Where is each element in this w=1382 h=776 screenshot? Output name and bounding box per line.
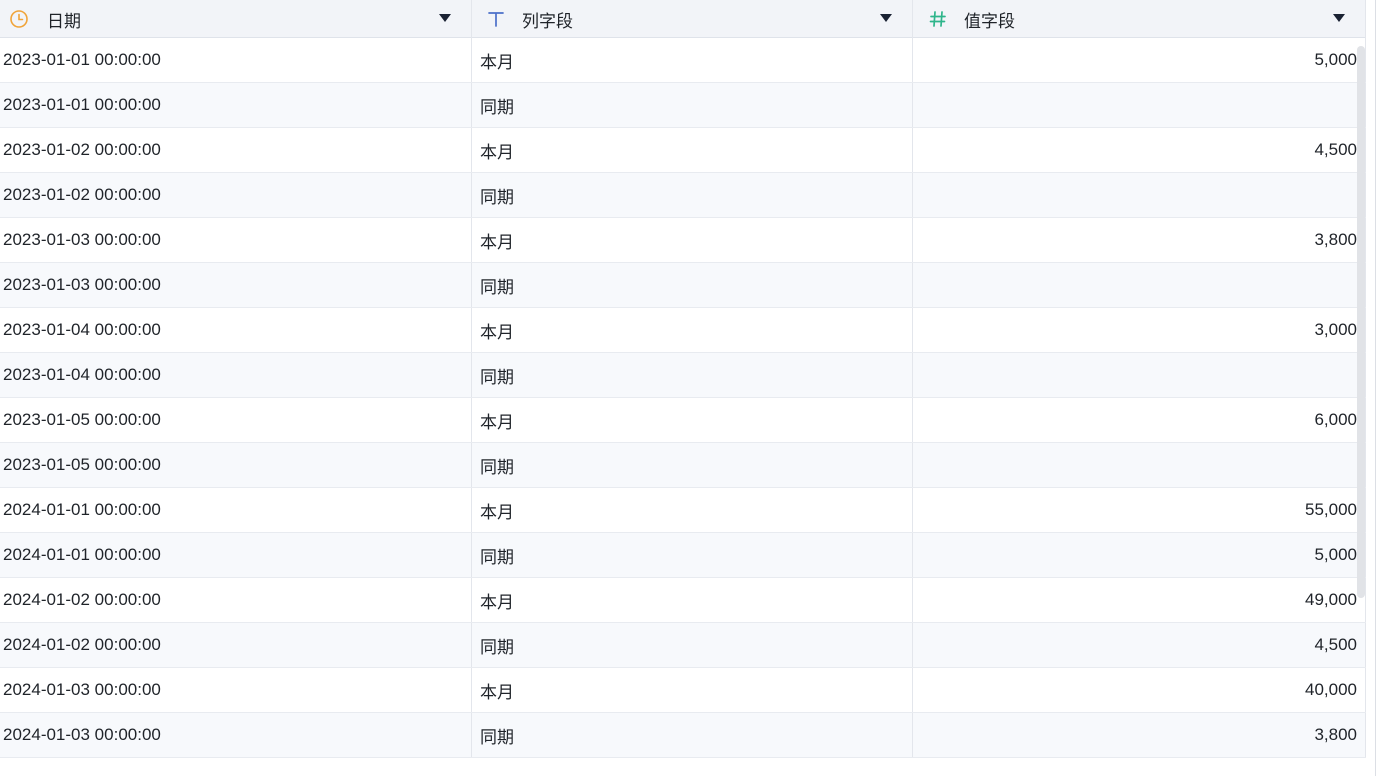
column-header-field[interactable]: 列字段 [472,0,913,38]
field-cell[interactable]: 同期 [472,263,913,307]
date-cell[interactable]: 2023-01-01 00:00:00 [0,83,472,127]
date-cell[interactable]: 2024-01-03 00:00:00 [0,713,472,757]
field-cell[interactable]: 本月 [472,488,913,532]
divider [1375,0,1376,776]
table-row[interactable]: 2023-01-01 00:00:00 本月 5,000 [0,38,1366,83]
table-row[interactable]: 2023-01-02 00:00:00 同期 [0,173,1366,218]
field-cell[interactable]: 本月 [472,38,913,82]
clock-icon [9,9,29,29]
field-cell[interactable]: 同期 [472,173,913,217]
field-cell[interactable]: 本月 [472,668,913,712]
column-header-label: 列字段 [522,11,573,31]
date-cell[interactable]: 2023-01-04 00:00:00 [0,353,472,397]
table-row[interactable]: 2023-01-04 00:00:00 本月 3,000 [0,308,1366,353]
field-cell[interactable]: 本月 [472,128,913,172]
field-cell[interactable]: 本月 [472,218,913,262]
table-row[interactable]: 2024-01-02 00:00:00 本月 49,000 [0,578,1366,623]
value-cell[interactable] [913,353,1366,397]
table-row[interactable]: 2023-01-05 00:00:00 同期 [0,443,1366,488]
value-cell[interactable]: 40,000 [913,668,1366,712]
date-cell[interactable]: 2023-01-05 00:00:00 [0,443,472,487]
date-cell[interactable]: 2023-01-02 00:00:00 [0,128,472,172]
right-gutter [1366,0,1382,776]
vertical-scrollbar[interactable] [1357,46,1365,598]
value-cell[interactable] [913,83,1366,127]
table-header: 日期 列字段 值字段 [0,0,1366,38]
value-cell[interactable]: 3,000 [913,308,1366,352]
field-cell[interactable]: 本月 [472,578,913,622]
field-cell[interactable]: 同期 [472,713,913,757]
date-cell[interactable]: 2023-01-04 00:00:00 [0,308,472,352]
value-cell[interactable]: 6,000 [913,398,1366,442]
table-row[interactable]: 2024-01-01 00:00:00 同期 5,000 [0,533,1366,578]
field-cell[interactable]: 本月 [472,398,913,442]
column-header-value[interactable]: 值字段 [913,0,1366,38]
date-cell[interactable]: 2024-01-01 00:00:00 [0,488,472,532]
text-type-icon [486,9,506,29]
data-table: 日期 列字段 值字段 2023-01-01 00:00:00 本月 5,000 … [0,0,1366,762]
date-cell[interactable]: 2024-01-02 00:00:00 [0,578,472,622]
field-cell[interactable]: 同期 [472,443,913,487]
field-cell[interactable]: 本月 [472,308,913,352]
column-header-label: 日期 [47,11,81,31]
value-cell[interactable] [913,173,1366,217]
value-cell[interactable]: 5,000 [913,38,1366,82]
date-cell[interactable]: 2024-01-01 00:00:00 [0,533,472,577]
date-cell[interactable]: 2023-01-01 00:00:00 [0,38,472,82]
table-row[interactable]: 2024-01-01 00:00:00 本月 55,000 [0,488,1366,533]
value-cell[interactable] [913,263,1366,307]
chevron-down-icon[interactable] [439,14,451,22]
hash-icon [928,9,948,29]
value-cell[interactable]: 55,000 [913,488,1366,532]
value-cell[interactable]: 49,000 [913,578,1366,622]
value-cell[interactable] [913,443,1366,487]
field-cell[interactable]: 同期 [472,623,913,667]
chevron-down-icon[interactable] [1333,14,1345,22]
chevron-down-icon[interactable] [880,14,892,22]
table-row[interactable]: 2024-01-03 00:00:00 本月 40,000 [0,668,1366,713]
table-row[interactable]: 2023-01-03 00:00:00 同期 [0,263,1366,308]
date-cell[interactable]: 2023-01-03 00:00:00 [0,218,472,262]
date-cell[interactable]: 2024-01-03 00:00:00 [0,668,472,712]
value-cell[interactable]: 3,800 [913,218,1366,262]
table-row[interactable]: 2024-01-02 00:00:00 同期 4,500 [0,623,1366,668]
field-cell[interactable]: 同期 [472,353,913,397]
date-cell[interactable]: 2023-01-02 00:00:00 [0,173,472,217]
value-cell[interactable]: 5,000 [913,533,1366,577]
table-row[interactable]: 2023-01-02 00:00:00 本月 4,500 [0,128,1366,173]
table-row[interactable]: 2023-01-04 00:00:00 同期 [0,353,1366,398]
table-row[interactable]: 2024-01-03 00:00:00 同期 3,800 [0,713,1366,758]
date-cell[interactable]: 2023-01-03 00:00:00 [0,263,472,307]
table-row[interactable]: 2023-01-03 00:00:00 本月 3,800 [0,218,1366,263]
table-row[interactable]: 2023-01-05 00:00:00 本月 6,000 [0,398,1366,443]
date-cell[interactable]: 2024-01-02 00:00:00 [0,623,472,667]
value-cell[interactable]: 3,800 [913,713,1366,757]
column-header-label: 值字段 [964,11,1015,31]
date-cell[interactable]: 2023-01-05 00:00:00 [0,398,472,442]
table-row[interactable]: 2023-01-01 00:00:00 同期 [0,83,1366,128]
value-cell[interactable]: 4,500 [913,128,1366,172]
column-header-date[interactable]: 日期 [0,0,472,38]
field-cell[interactable]: 同期 [472,83,913,127]
value-cell[interactable]: 4,500 [913,623,1366,667]
field-cell[interactable]: 同期 [472,533,913,577]
table-body: 2023-01-01 00:00:00 本月 5,000 2023-01-01 … [0,38,1366,758]
